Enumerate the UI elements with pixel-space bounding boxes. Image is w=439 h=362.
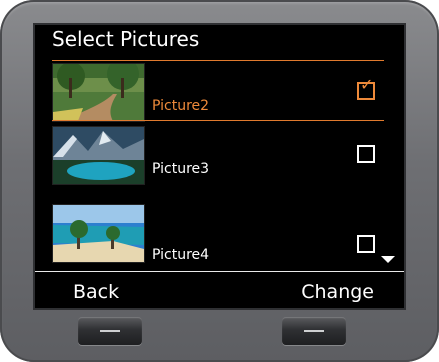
phone-device: Select Pictures Picture2 ✓ Picture3 Pict… xyxy=(0,0,439,362)
list-item-picture4[interactable]: Picture4 xyxy=(35,195,404,263)
checkbox-unchecked[interactable] xyxy=(357,145,375,163)
title-bar: Select Pictures xyxy=(35,25,404,54)
button-marker xyxy=(304,330,324,332)
checkbox-checked[interactable]: ✓ xyxy=(357,77,375,100)
park-path-thumbnail xyxy=(52,63,145,122)
back-softkey[interactable]: Back xyxy=(73,281,119,303)
left-hardware-button[interactable] xyxy=(78,317,142,345)
beach-thumbnail xyxy=(52,204,145,263)
down-arrow-icon xyxy=(381,256,395,263)
picture-label: Picture2 xyxy=(152,98,210,114)
display-screen: Select Pictures Picture2 ✓ Picture3 Pict… xyxy=(35,25,404,308)
divider xyxy=(52,120,384,121)
button-marker xyxy=(100,330,120,332)
mountain-lake-thumbnail xyxy=(52,126,145,185)
list-item-picture2[interactable]: Picture2 ✓ xyxy=(35,60,404,122)
right-hardware-button[interactable] xyxy=(282,317,346,345)
checkbox-unchecked[interactable] xyxy=(357,235,375,253)
picture-label: Picture3 xyxy=(152,161,210,177)
checkmark-icon: ✓ xyxy=(360,75,374,94)
softkey-bar: Back Change xyxy=(35,271,404,308)
change-softkey[interactable]: Change xyxy=(301,281,374,303)
picture-label: Picture4 xyxy=(152,247,210,263)
page-title: Select Pictures xyxy=(52,27,200,51)
list-item-picture3[interactable]: Picture3 xyxy=(35,123,404,185)
